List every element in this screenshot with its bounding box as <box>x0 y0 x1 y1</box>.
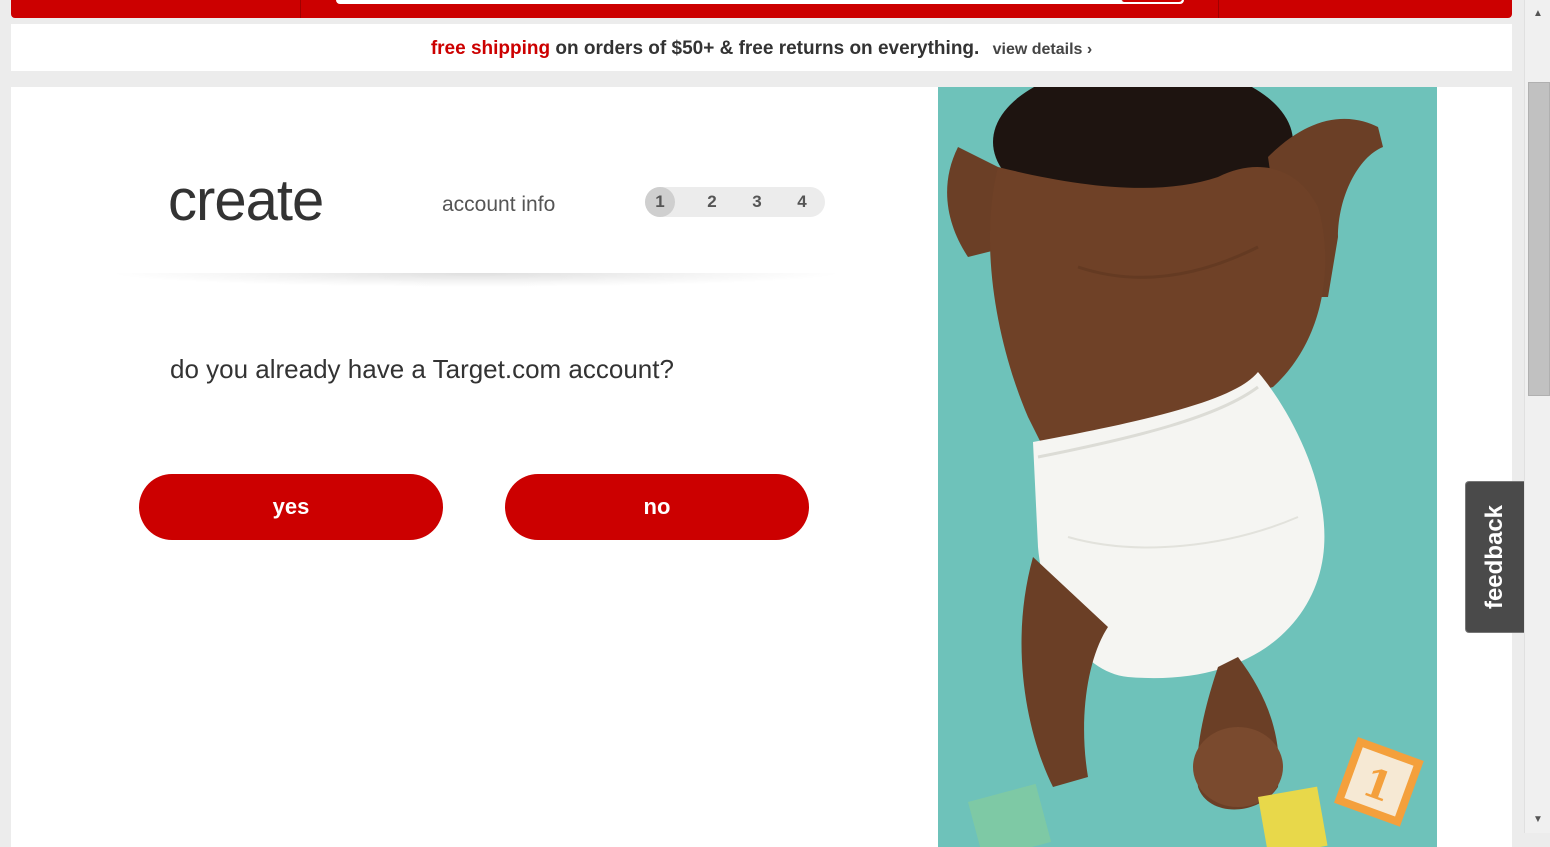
scroll-up-icon[interactable]: ▲ <box>1525 8 1550 19</box>
step-1: 1 <box>645 187 675 217</box>
step-4: 4 <box>797 192 807 211</box>
section-divider <box>106 273 846 287</box>
step-indicator: 1 2 3 4 <box>645 187 825 217</box>
header-divider <box>1218 0 1219 18</box>
promo-highlight: free shipping <box>430 38 551 59</box>
page-title: create <box>168 168 324 233</box>
account-question: do you already have a Target.com account… <box>170 354 674 384</box>
promo-bar: free shipping on orders of $50+ & free r… <box>11 24 1512 71</box>
header-divider <box>300 0 301 18</box>
hero-image: 1 <box>938 87 1437 847</box>
feedback-tab[interactable]: feedback <box>1465 481 1524 633</box>
feedback-label: feedback <box>1481 504 1508 610</box>
site-header <box>11 0 1512 18</box>
scrollbar-thumb[interactable] <box>1528 82 1550 396</box>
page-scrollbar[interactable]: ▲ ▼ <box>1524 0 1550 833</box>
scroll-down-icon[interactable]: ▼ <box>1525 814 1550 825</box>
view-details-link[interactable]: view details › <box>993 41 1093 58</box>
step-label: account info <box>442 193 556 216</box>
promo-text: on orders of $50+ & free returns on ever… <box>550 38 980 59</box>
yes-button[interactable]: yes <box>139 474 443 540</box>
step-2: 2 <box>707 192 717 211</box>
no-button[interactable]: no <box>505 474 809 540</box>
baby-illustration: 1 <box>938 87 1437 847</box>
search-button[interactable] <box>1121 0 1182 2</box>
search-box[interactable] <box>336 0 1184 4</box>
create-account-panel: create account info 1 2 3 4 do you alrea… <box>11 87 1512 847</box>
step-3: 3 <box>752 192 762 211</box>
